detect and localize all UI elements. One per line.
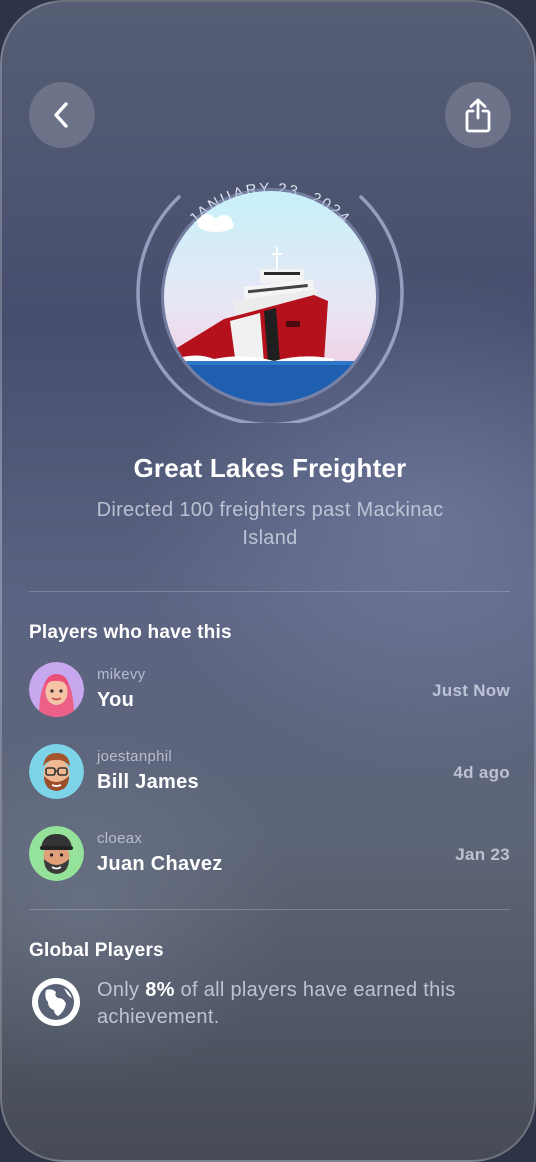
- share-button[interactable]: [445, 82, 511, 148]
- global-text-prefix: Only: [97, 979, 146, 1001]
- divider: [29, 909, 510, 910]
- player-handle: mikevy: [97, 666, 146, 683]
- players-section-title: Players who have this: [29, 622, 232, 643]
- back-button[interactable]: [29, 82, 95, 148]
- share-icon: [465, 98, 491, 133]
- player-earned-time: Jan 23: [455, 845, 510, 864]
- player-earned-time: 4d ago: [453, 763, 510, 782]
- achievement-card: JANUARY 23, 2024 Great Lakes Freighter D…: [0, 0, 536, 1162]
- global-players-text: Only 8% of all players have earned this …: [97, 977, 467, 1031]
- player-name: Juan Chavez: [97, 853, 223, 875]
- chevron-left-icon: [54, 102, 68, 128]
- global-section-title: Global Players: [29, 940, 164, 961]
- achievement-description: Directed 100 freighters past Mackinac Is…: [96, 499, 444, 549]
- divider: [29, 591, 510, 592]
- globe-icon: [32, 978, 80, 1026]
- glasses-beard-memoji-avatar: [29, 744, 84, 799]
- player-handle: cloeax: [97, 830, 143, 847]
- achievement-badge: JANUARY 23, 2024: [132, 147, 408, 423]
- freighter-ship-badge: [164, 191, 376, 403]
- player-row[interactable]: mikevy You Just Now: [29, 662, 510, 718]
- player-handle: joestanphil: [97, 748, 173, 765]
- player-earned-time: Just Now: [432, 681, 510, 700]
- cap-beard-memoji-avatar: [29, 826, 84, 881]
- player-row[interactable]: cloeax Juan Chavez Jan 23: [29, 826, 510, 882]
- global-percent: 8%: [145, 979, 175, 1001]
- player-name: You: [97, 689, 135, 711]
- player-name: Bill James: [97, 771, 199, 793]
- achievement-title: Great Lakes Freighter: [133, 453, 407, 483]
- pink-hair-memoji-avatar: [29, 662, 84, 717]
- player-row[interactable]: joestanphil Bill James 4d ago: [29, 744, 510, 800]
